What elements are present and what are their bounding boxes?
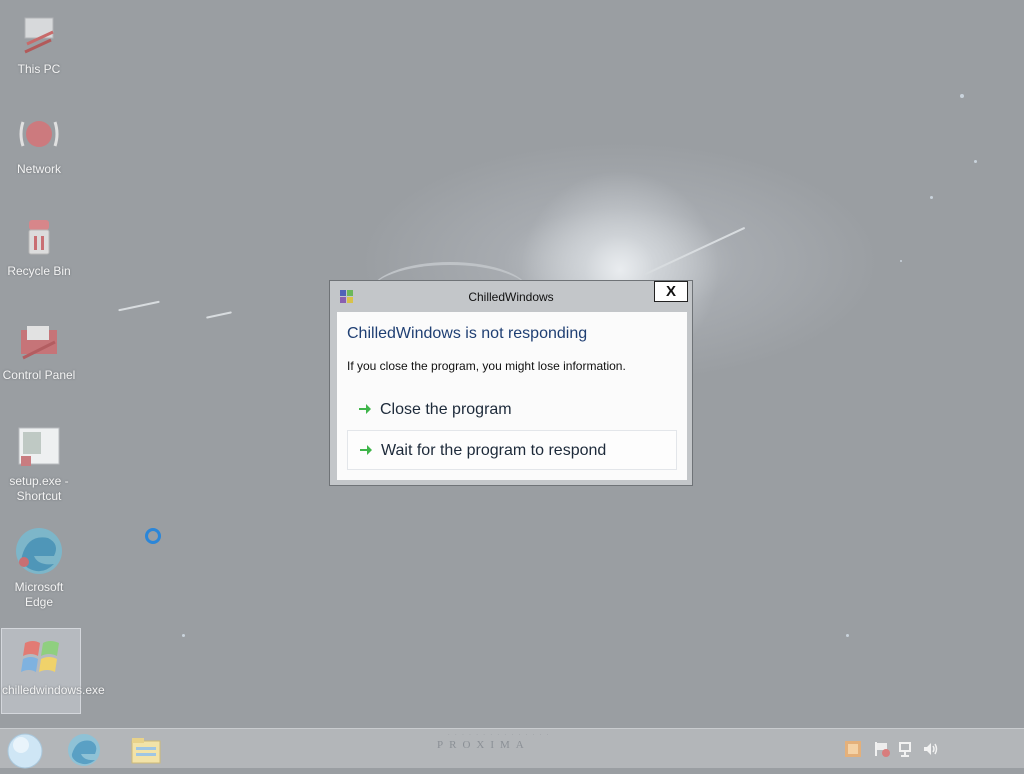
brand-subtitle: · · · · · · · · · · · · · · · (448, 732, 551, 738)
wait-for-program-option[interactable]: Wait for the program to respond (347, 430, 677, 470)
volume-icon[interactable] (922, 741, 938, 757)
green-arrow-icon (359, 443, 373, 457)
desktop-icon-chilledwindows[interactable]: chilledwindows.exe (1, 628, 105, 714)
close-button[interactable]: X (654, 281, 688, 302)
taskbar: · · · · · · · · · · · · · · · PROXIMA (0, 728, 1024, 769)
busy-cursor-icon (145, 528, 161, 544)
light-streak (206, 311, 232, 319)
not-responding-dialog: ChilledWindows X ChilledWindows is not r… (329, 280, 693, 486)
desktop-icon-network[interactable]: Network (0, 114, 78, 177)
start-button[interactable] (7, 733, 43, 769)
app-tray-icon[interactable] (845, 741, 861, 757)
windows-flag-icon (19, 635, 63, 679)
taskbar-brand: PROXIMA (437, 739, 530, 751)
dialog-title: ChilledWindows (468, 290, 554, 304)
network-icon (17, 114, 61, 158)
desktop-icon-this-pc[interactable]: This PC (0, 14, 78, 77)
desktop-icon-setup-shortcut[interactable]: setup.exe - Shortcut (0, 426, 78, 504)
computer-icon (17, 14, 61, 58)
star (846, 634, 849, 637)
dialog-heading: ChilledWindows is not responding (347, 325, 588, 342)
dialog-message: If you close the program, you might lose… (347, 359, 626, 373)
edge-icon (68, 734, 100, 766)
desktop-icon-microsoft-edge[interactable]: Microsoft Edge (0, 526, 78, 610)
recycle-bin-icon (17, 216, 61, 260)
star (930, 196, 933, 199)
shortcut-icon (17, 426, 61, 470)
light-streak (118, 300, 160, 312)
close-program-option[interactable]: Close the program (347, 390, 677, 430)
taskbar-edge-button[interactable] (67, 733, 101, 767)
action-center-flag-icon[interactable] (874, 741, 890, 757)
dialog-titlebar[interactable]: ChilledWindows X (330, 281, 692, 311)
taskbar-file-explorer-button[interactable] (129, 733, 163, 767)
option-label: Close the program (380, 401, 512, 418)
star (960, 94, 964, 98)
network-tray-icon[interactable] (898, 741, 914, 757)
star (900, 260, 902, 262)
star (182, 634, 185, 637)
control-panel-icon (17, 320, 61, 364)
dialog-content: ChilledWindows is not responding If you … (337, 312, 687, 480)
option-label: Wait for the program to respond (381, 442, 607, 459)
edge-icon (14, 526, 64, 576)
desktop-icon-recycle-bin[interactable]: Recycle Bin (0, 216, 78, 279)
green-arrow-icon (358, 402, 372, 416)
file-explorer-icon (131, 738, 161, 764)
desktop-icon-control-panel[interactable]: Control Panel (0, 320, 78, 383)
star (974, 160, 977, 163)
start-orb-icon (7, 733, 43, 769)
close-icon: X (665, 283, 676, 300)
